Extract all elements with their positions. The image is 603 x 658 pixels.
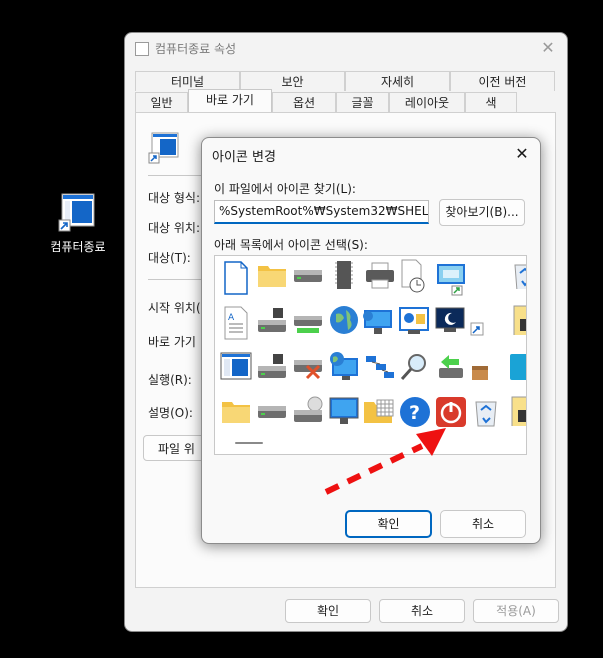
cancel-button[interactable]: 취소 xyxy=(379,599,465,623)
close-icon[interactable]: ✕ xyxy=(512,144,532,164)
drive-green-icon[interactable] xyxy=(293,308,323,338)
browse-button[interactable]: 찾아보기(B)... xyxy=(439,199,525,226)
window-app-icon[interactable] xyxy=(220,352,252,382)
tab-colors[interactable]: 색 xyxy=(465,92,517,112)
folder-icon[interactable] xyxy=(257,262,287,292)
shortcut-key-label: 바로 가기 xyxy=(148,335,196,349)
monitor-moon-icon[interactable] xyxy=(434,306,465,336)
zip-folder-icon[interactable] xyxy=(510,305,526,335)
target-label: 대상(T): xyxy=(148,251,191,265)
network-monitor-icon[interactable] xyxy=(362,306,392,336)
tab-terminal[interactable]: 터미널 xyxy=(135,71,240,91)
globe-icon[interactable] xyxy=(328,304,358,334)
back-arrow-drive-icon[interactable] xyxy=(435,352,465,382)
text-document-icon[interactable]: A xyxy=(221,306,251,340)
comment-label: 설명(O): xyxy=(148,406,193,420)
title-bar: 컴퓨터종료 속성 xyxy=(135,40,236,57)
window-icon xyxy=(135,41,149,56)
drive2-icon[interactable] xyxy=(257,402,287,432)
apply-button[interactable]: 적용(A) xyxy=(473,599,559,623)
svg-text:A: A xyxy=(228,313,235,323)
drive-icon[interactable] xyxy=(293,266,323,296)
tab-details[interactable]: 자세히 xyxy=(345,71,450,91)
folder2-icon[interactable] xyxy=(221,398,251,428)
tab-font[interactable]: 글꼴 xyxy=(336,92,389,112)
power-icon[interactable] xyxy=(435,396,466,427)
run-label: 실행(R): xyxy=(148,373,192,387)
document-clock-icon[interactable] xyxy=(399,259,429,293)
red-arrow-annotation xyxy=(324,428,446,495)
divider xyxy=(148,279,208,280)
blank-document-icon[interactable] xyxy=(221,261,251,295)
dialog-title: 아이콘 변경 xyxy=(212,150,276,165)
recycle-bin-empty-icon[interactable] xyxy=(471,396,501,427)
recycle-bin-full-icon[interactable] xyxy=(510,259,526,289)
monitor-icon[interactable] xyxy=(328,396,359,426)
network-icon[interactable] xyxy=(364,352,394,382)
drive-error-icon[interactable] xyxy=(293,352,323,382)
tab-shortcut[interactable]: 바로 가기 xyxy=(188,89,272,112)
tab-row-1: 터미널 보안 자세히 이전 버전 xyxy=(135,71,555,91)
control-panel-icon[interactable] xyxy=(398,306,429,336)
tab-row-2: 일반 바로 가기 옵션 글꼴 레이아웃 색 xyxy=(135,89,517,112)
shortcut-arrow-icon[interactable] xyxy=(470,322,500,352)
find-icons-label: 이 파일에서 아이콘 찾기(L): xyxy=(214,182,356,196)
cyan-tile-icon[interactable] xyxy=(508,352,526,382)
box-icon[interactable] xyxy=(470,364,500,394)
drive-floppy-icon[interactable] xyxy=(257,306,287,336)
divider xyxy=(148,175,208,176)
network-globe-icon[interactable] xyxy=(328,350,358,380)
magnifier-icon[interactable] xyxy=(399,352,429,382)
tab-security[interactable]: 보안 xyxy=(240,71,345,91)
drive-cd-icon[interactable] xyxy=(293,396,323,426)
zip-folder2-icon[interactable] xyxy=(508,396,526,426)
ok-button[interactable]: 확인 xyxy=(345,510,432,538)
ok-button[interactable]: 확인 xyxy=(285,599,371,623)
tab-previous-versions[interactable]: 이전 버전 xyxy=(450,71,555,91)
target-location-label: 대상 위치: xyxy=(148,221,201,235)
tab-general[interactable]: 일반 xyxy=(135,92,188,112)
drive-floppy2-icon[interactable] xyxy=(257,352,287,382)
cancel-button[interactable]: 취소 xyxy=(440,510,526,538)
shortcut-icon xyxy=(148,131,182,168)
window-app-icon xyxy=(58,192,98,232)
desktop-shortcut[interactable]: 컴퓨터종료 xyxy=(40,192,116,255)
start-in-label: 시작 위치( xyxy=(148,301,201,315)
svg-text:?: ? xyxy=(409,402,420,424)
tab-options[interactable]: 옵션 xyxy=(272,92,336,112)
horizontal-scrollbar[interactable] xyxy=(235,442,263,444)
window-shortcut-icon[interactable] xyxy=(436,262,466,296)
chip-icon[interactable] xyxy=(329,259,359,289)
tab-layout[interactable]: 레이아웃 xyxy=(389,92,465,112)
select-icon-label: 아래 목록에서 아이콘 선택(S): xyxy=(214,238,368,252)
help-icon[interactable]: ? xyxy=(399,396,430,427)
printer-icon[interactable] xyxy=(364,262,394,292)
icon-file-path-input[interactable]: %SystemRoot%₩System32₩SHELL32.dll xyxy=(214,200,429,224)
desktop-icon-label: 컴퓨터종료 xyxy=(50,240,106,254)
window-title: 컴퓨터종료 속성 xyxy=(155,42,237,56)
close-icon[interactable]: ✕ xyxy=(539,39,557,57)
target-type-label: 대상 형식: xyxy=(148,191,201,205)
